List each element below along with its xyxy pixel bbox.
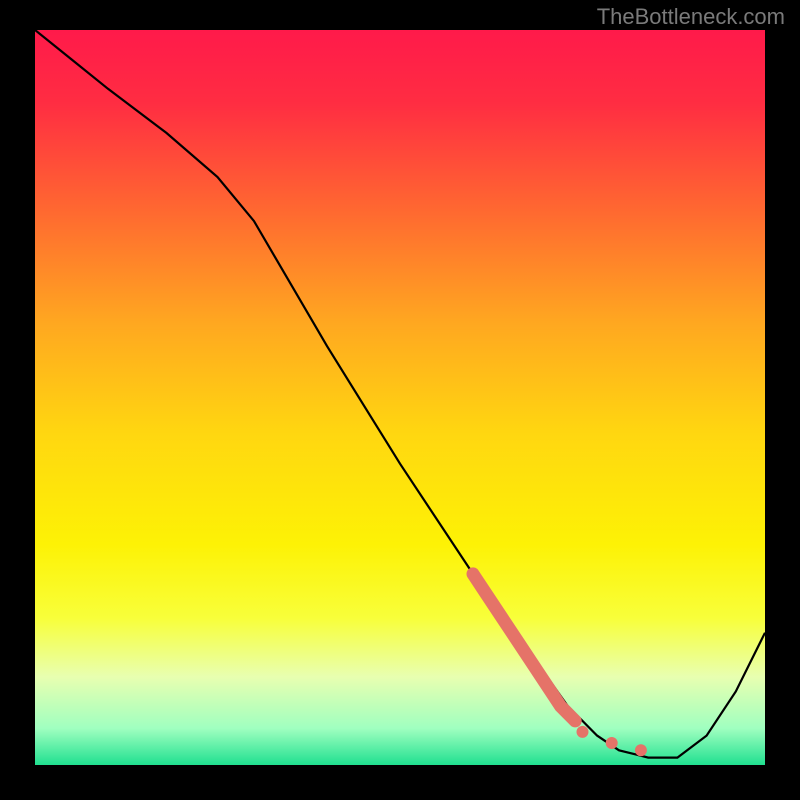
- chart-background: [35, 30, 765, 765]
- chart-container: [35, 30, 765, 765]
- watermark-text: TheBottleneck.com: [597, 4, 785, 30]
- highlight-dot: [606, 737, 618, 749]
- chart-svg: [35, 30, 765, 765]
- highlight-dot: [635, 744, 647, 756]
- highlight-dot: [577, 726, 589, 738]
